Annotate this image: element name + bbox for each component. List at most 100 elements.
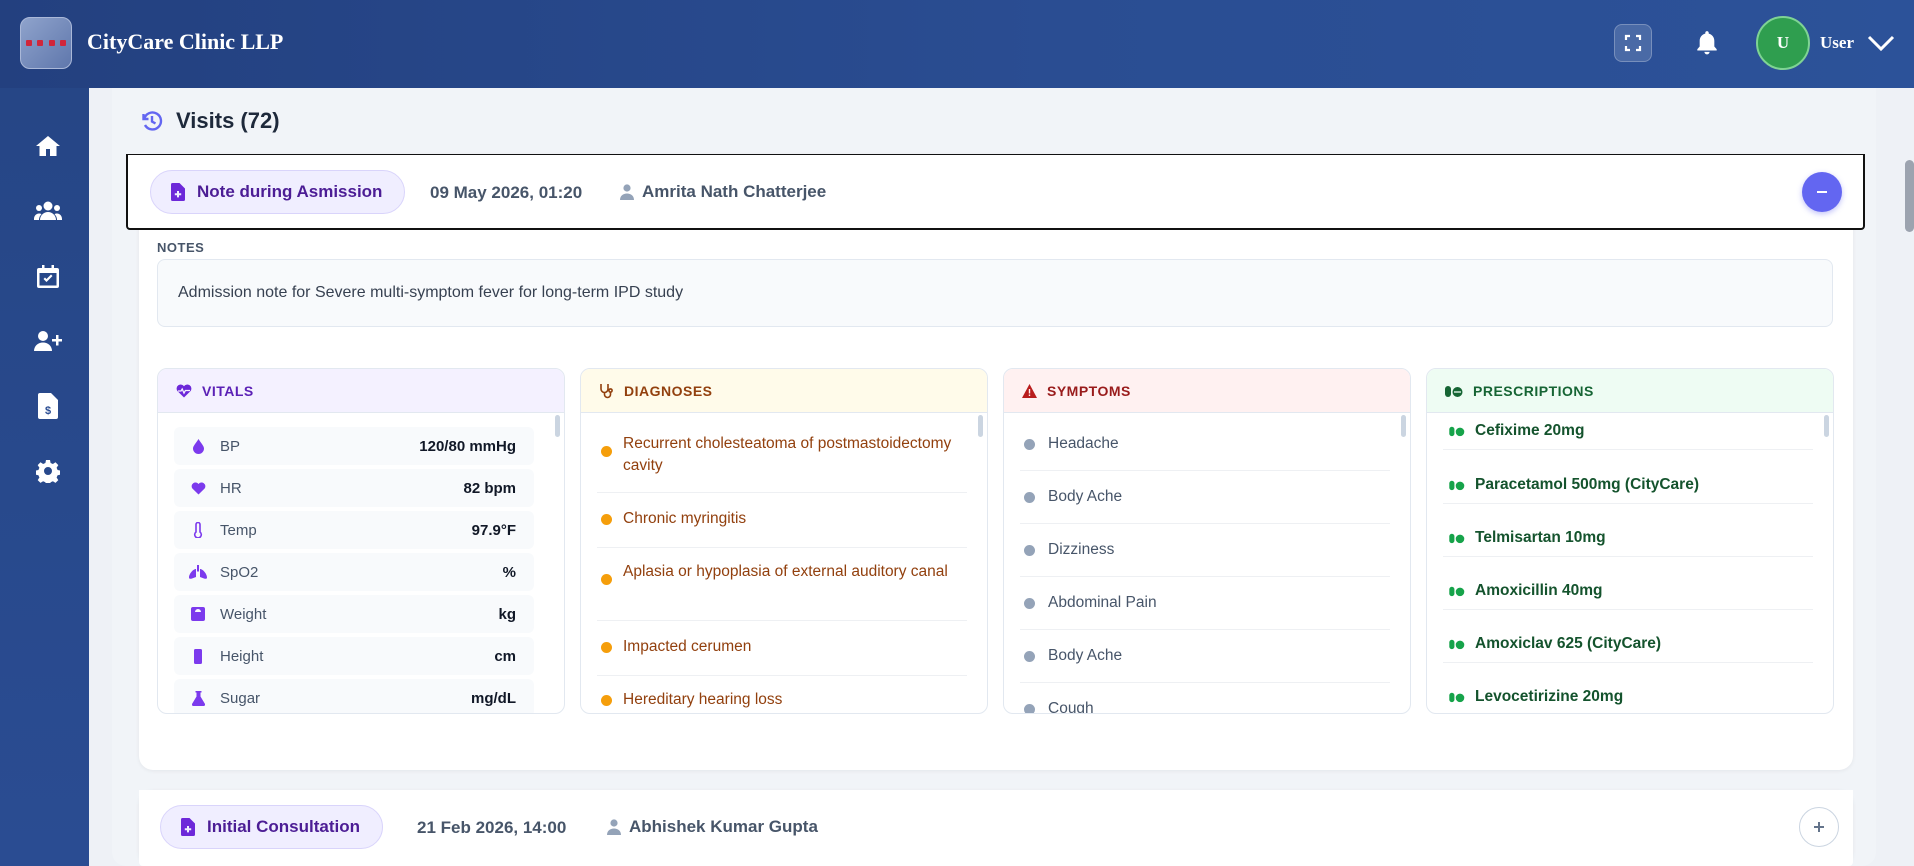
symptom-text: Dizziness — [1048, 541, 1115, 558]
list-item: Body Ache — [1020, 486, 1390, 524]
visits-title: Visits (72) — [176, 108, 280, 133]
bell-icon — [1697, 31, 1717, 55]
collapse-visit-button[interactable] — [1802, 172, 1842, 212]
pills-icon — [1449, 586, 1465, 596]
prescriptions-title: PRESCRIPTIONS — [1473, 382, 1594, 399]
prescription-text: Levocetirizine 20mg — [1475, 687, 1624, 705]
pills-icon — [1449, 639, 1465, 649]
visit-card-header[interactable]: Initial Consultation 21 Feb 2026, 14:00 … — [139, 790, 1853, 866]
vital-name: HR — [220, 479, 242, 497]
prescriptions-scrollbar[interactable] — [1824, 415, 1829, 437]
diagnoses-header: DIAGNOSES — [581, 369, 987, 413]
vital-name: Weight — [220, 605, 267, 623]
visit-date: 09 May 2026, 01:20 — [430, 183, 583, 202]
vital-row: Temp 97.9°F — [174, 511, 534, 549]
diagnosis-text: Recurrent cholesteatoma of postmastoidec… — [623, 435, 952, 474]
bullet-dot-icon — [1024, 704, 1035, 713]
symptoms-panel: SYMPTOMS Headache Body Ache Dizziness Ab… — [1003, 368, 1411, 714]
visit-doctor-name: Amrita Nath Chatterjee — [642, 182, 827, 201]
stethoscope-icon — [600, 383, 613, 398]
diagnoses-panel: DIAGNOSES Recurrent cholesteatoma of pos… — [580, 368, 988, 714]
visit-doctor: Amrita Nath Chatterjee — [620, 182, 826, 202]
vitals-scrollbar[interactable] — [555, 415, 560, 437]
lungs-icon — [188, 565, 208, 579]
expand-icon — [1624, 34, 1642, 52]
sidebar-item-billing[interactable]: $ — [34, 392, 62, 420]
vital-row: HR 82 bpm — [174, 469, 534, 507]
prescriptions-header: PRESCRIPTIONS — [1427, 369, 1833, 413]
prescription-text: Amoxiclav 625 (CityCare) — [1475, 634, 1662, 652]
symptom-text: Headache — [1048, 435, 1119, 452]
vital-row: Sugar mg/dL — [174, 679, 534, 713]
symptoms-scrollbar[interactable] — [1401, 415, 1406, 437]
diagnoses-list[interactable]: Recurrent cholesteatoma of postmastoidec… — [581, 413, 987, 713]
bullet-dot-icon — [601, 446, 612, 457]
sidebar-item-add-user[interactable] — [34, 327, 62, 355]
symptom-text: Cough — [1048, 700, 1094, 713]
sidebar-item-patients[interactable] — [34, 197, 62, 225]
sidebar-item-home[interactable] — [34, 132, 62, 160]
history-icon — [142, 111, 163, 131]
doctor-icon — [607, 819, 621, 835]
svg-text:$: $ — [45, 405, 51, 417]
list-item: Amoxicillin 40mg — [1443, 572, 1813, 610]
notifications-button[interactable] — [1688, 24, 1726, 62]
symptoms-title: SYMPTOMS — [1047, 382, 1131, 399]
minus-icon — [1817, 191, 1827, 193]
symptoms-list[interactable]: Headache Body Ache Dizziness Abdominal P… — [1004, 413, 1410, 713]
brand-name: CityCare Clinic LLP — [87, 29, 284, 54]
weight-scale-icon — [188, 607, 208, 621]
list-item: Impacted cerumen — [597, 636, 967, 676]
visit-doctor-name: Abhishek Kumar Gupta — [629, 817, 818, 836]
vital-row: Weight kg — [174, 595, 534, 633]
gear-icon — [36, 460, 60, 483]
list-item: Telmisartan 10mg — [1443, 519, 1813, 557]
prescriptions-panel: PRESCRIPTIONS Cefixime 20mg Paracetamol … — [1426, 368, 1834, 714]
main-content: Visits (72) Note during Asmission 09 May… — [112, 88, 1876, 866]
bullet-dot-icon — [601, 695, 612, 706]
user-avatar[interactable]: U — [1756, 16, 1810, 70]
vitals-header: VITALS — [158, 369, 564, 413]
list-item: Levocetirizine 20mg — [1443, 678, 1813, 713]
clinic-logo[interactable] — [20, 17, 72, 69]
prescriptions-list[interactable]: Cefixime 20mg Paracetamol 500mg (CityCar… — [1427, 413, 1833, 713]
visit-type-label: Note during Asmission — [197, 182, 383, 201]
ruler-icon — [188, 648, 208, 664]
expand-visit-button[interactable] — [1799, 807, 1839, 847]
file-medical-icon — [181, 818, 195, 836]
page-scrollbar[interactable] — [1905, 160, 1914, 232]
vital-value: 97.9°F — [471, 521, 516, 539]
visit-card-header[interactable]: Note during Asmission 09 May 2026, 01:20… — [126, 154, 1865, 230]
home-icon — [36, 136, 60, 156]
vital-row: SpO2 % — [174, 553, 534, 591]
visit-date: 21 Feb 2026, 14:00 — [417, 818, 567, 837]
list-item: Paracetamol 500mg (CityCare) — [1443, 466, 1813, 504]
user-menu-label[interactable]: User — [1820, 33, 1854, 53]
bullet-dot-icon — [1024, 651, 1035, 662]
prescription-text: Amoxicillin 40mg — [1475, 581, 1603, 599]
list-item: Cefixime 20mg — [1443, 413, 1813, 450]
sidebar-item-settings[interactable] — [34, 457, 62, 485]
top-bar: CityCare Clinic LLP U User — [0, 0, 1914, 88]
plus-icon — [1814, 822, 1824, 832]
chevron-down-icon[interactable] — [1866, 32, 1896, 54]
diagnosis-text: Aplasia or hypoplasia of external audito… — [623, 563, 948, 580]
bullet-dot-icon — [1024, 598, 1035, 609]
bullet-dot-icon — [1024, 545, 1035, 556]
vital-value: mg/dL — [471, 689, 516, 707]
visit-doctor: Abhishek Kumar Gupta — [607, 817, 818, 837]
invoice-icon: $ — [38, 393, 58, 419]
diagnoses-scrollbar[interactable] — [978, 415, 983, 437]
notes-label: NOTES — [157, 240, 205, 255]
prescription-text: Cefixime 20mg — [1475, 422, 1585, 439]
bullet-dot-icon — [601, 514, 612, 525]
symptoms-header: SYMPTOMS — [1004, 369, 1410, 413]
list-item: Chronic myringitis — [597, 508, 967, 548]
symptom-text: Body Ache — [1048, 488, 1123, 505]
sidebar-item-appointments[interactable] — [34, 262, 62, 290]
vitals-list[interactable]: BP 120/80 mmHg HR 82 bpm Temp 97.9°F SpO… — [158, 413, 564, 713]
bullet-dot-icon — [601, 642, 612, 653]
visit-card: Initial Consultation 21 Feb 2026, 14:00 … — [139, 790, 1853, 866]
fullscreen-button[interactable] — [1614, 24, 1652, 62]
pills-icon — [1445, 385, 1463, 397]
